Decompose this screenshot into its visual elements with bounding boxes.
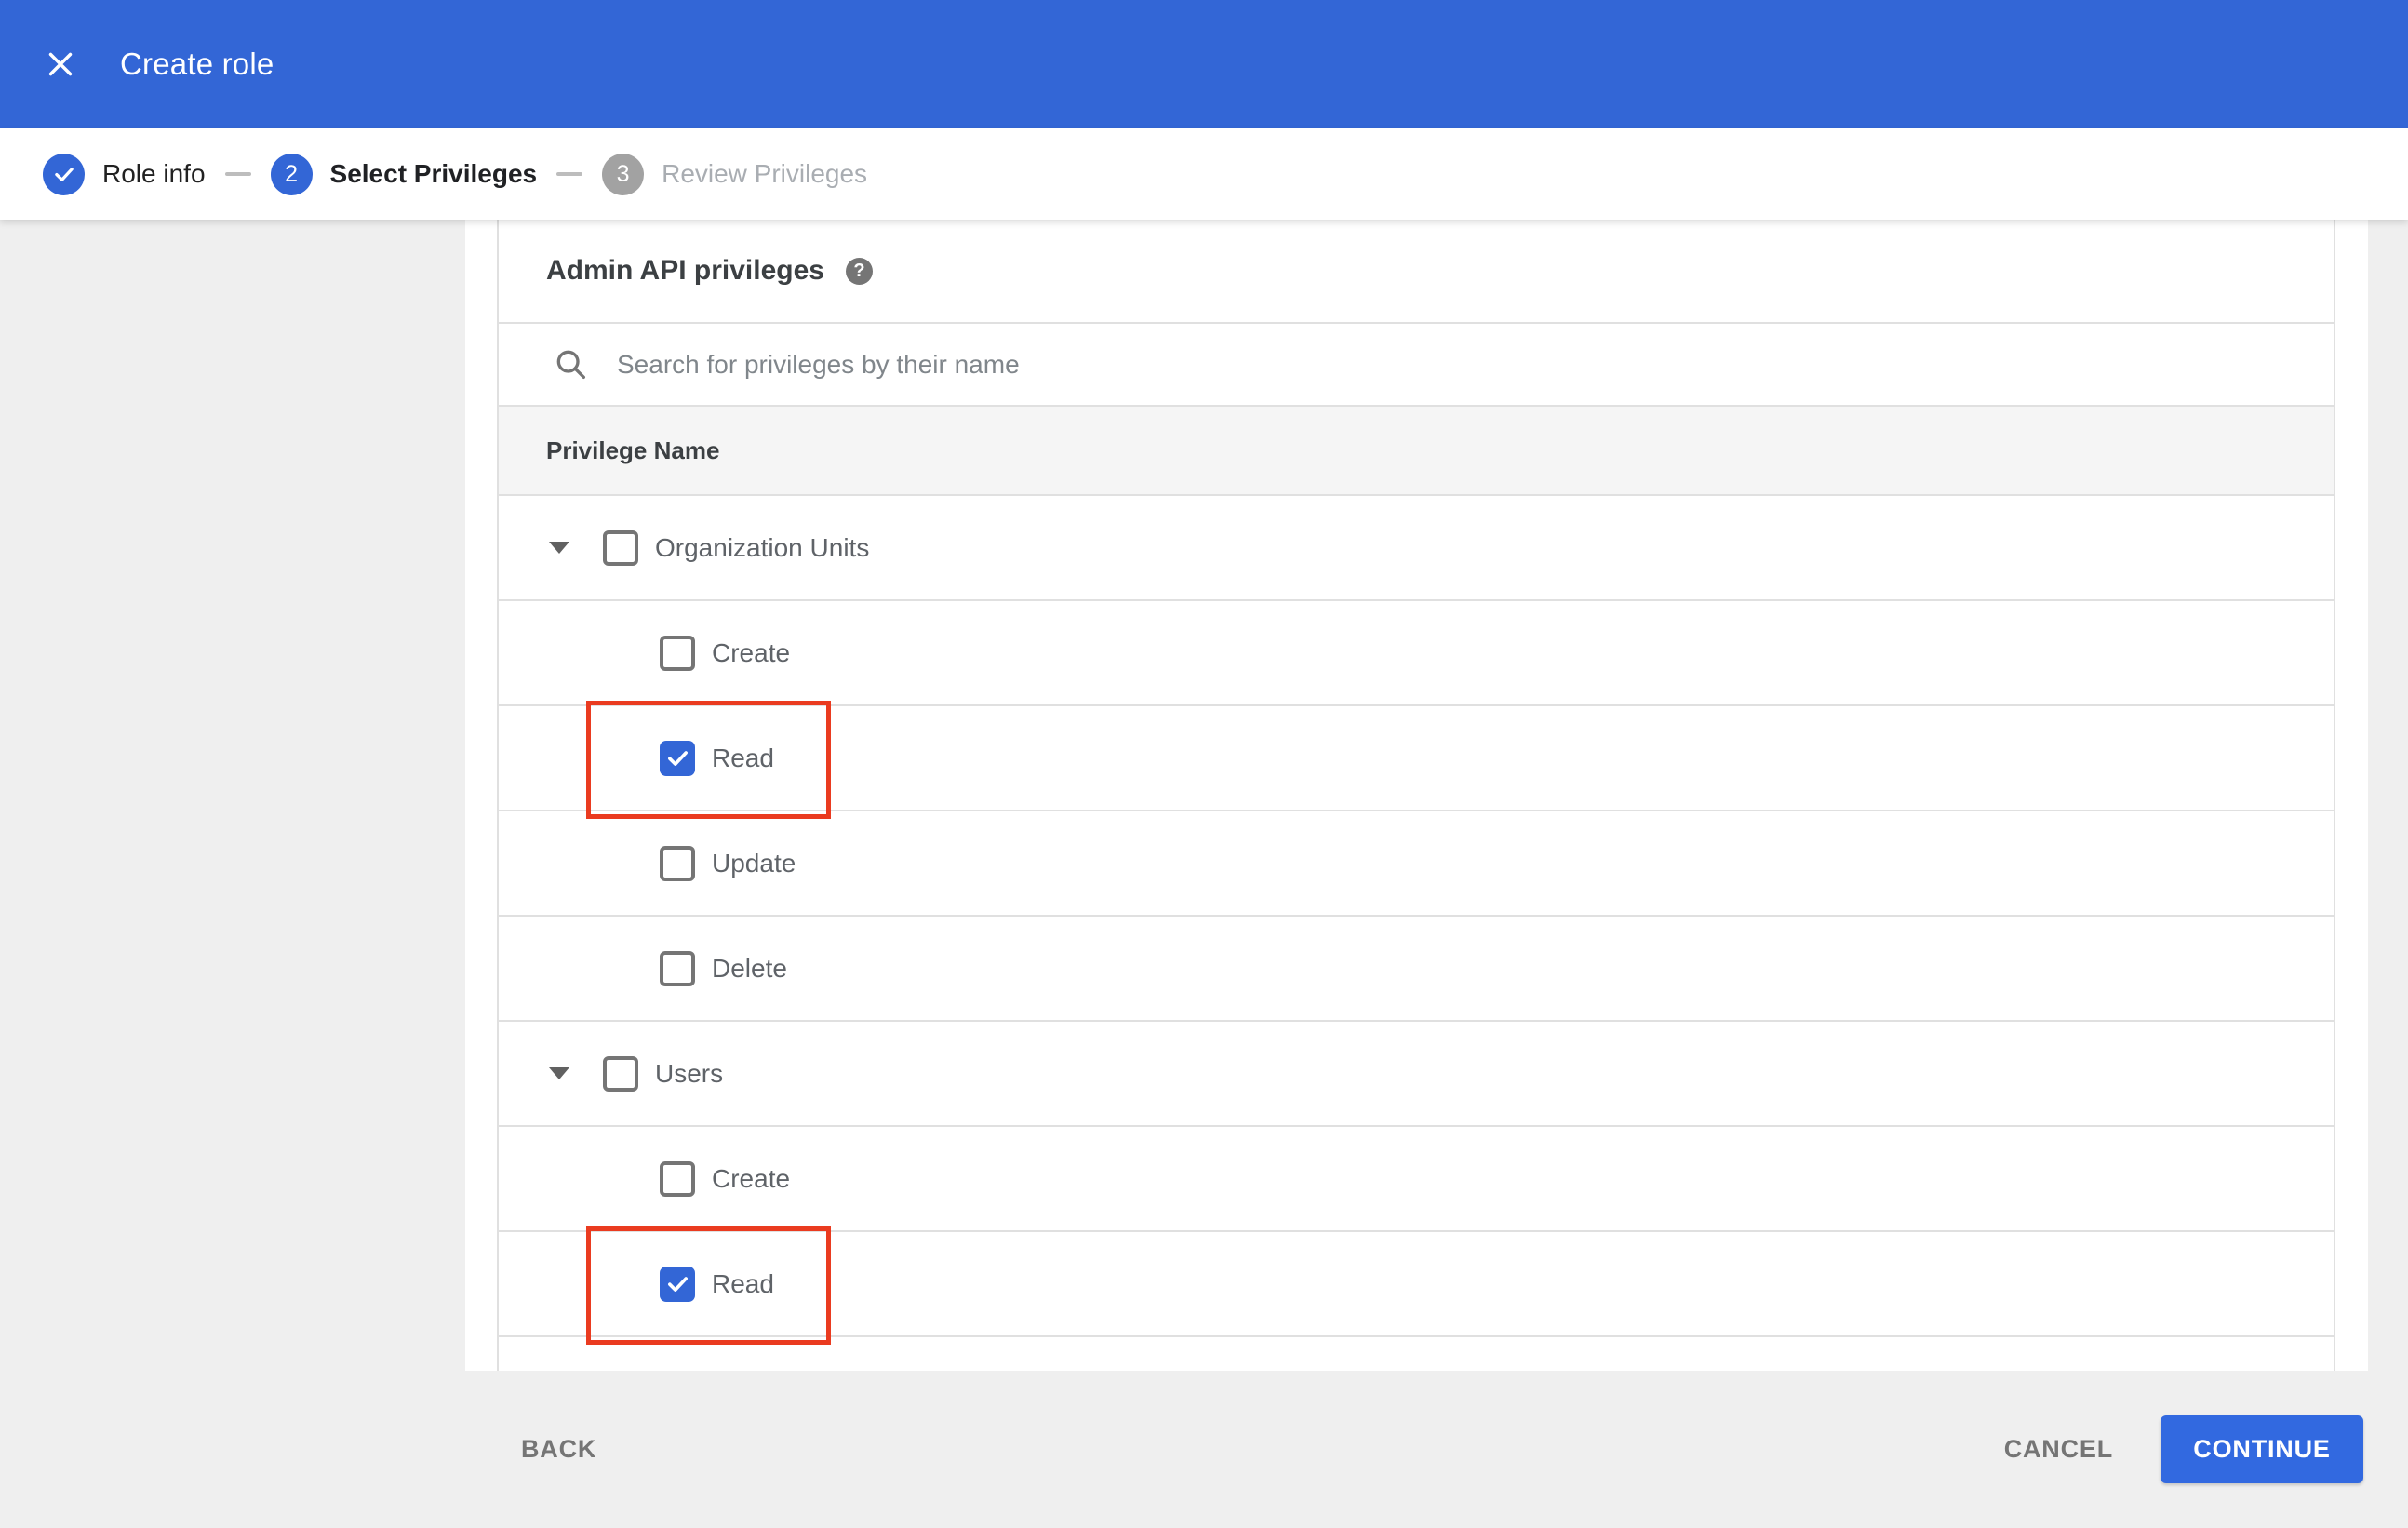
step-number: 2 xyxy=(270,153,313,195)
privilege-label: Users xyxy=(655,1058,724,1088)
checkbox-unchecked[interactable] xyxy=(603,529,638,566)
privilege-label: Read xyxy=(712,743,774,772)
privilege-row: Create xyxy=(499,601,2334,706)
search-input[interactable] xyxy=(615,348,2334,381)
table-header-row: Privilege Name xyxy=(499,405,2334,496)
check-icon xyxy=(667,1277,688,1292)
privilege-row: Update xyxy=(499,811,2334,917)
content-card: Admin API privileges ? Privilege Name Or… xyxy=(465,220,2368,1371)
step-number: 3 xyxy=(602,153,645,195)
clipped-row xyxy=(499,1337,2334,1365)
step-role-info[interactable]: Role info xyxy=(43,153,206,195)
checkbox-checked[interactable] xyxy=(660,740,695,776)
collapse-triangle-icon[interactable] xyxy=(549,1067,569,1079)
panel-title: Admin API privileges xyxy=(546,255,824,286)
step-complete-check-icon xyxy=(43,153,85,195)
checkbox-unchecked[interactable] xyxy=(603,1055,638,1092)
step-connector xyxy=(556,172,583,176)
continue-button[interactable]: CONTINUE xyxy=(2161,1415,2363,1483)
privilege-row: Delete xyxy=(499,917,2334,1022)
dialog-title: Create role xyxy=(120,47,274,81)
privilege-label: Organization Units xyxy=(655,532,870,562)
privilege-label: Create xyxy=(712,1163,791,1193)
close-icon[interactable] xyxy=(42,46,79,83)
privileges-table: Admin API privileges ? Privilege Name Or… xyxy=(497,220,2335,1371)
step-review-privileges[interactable]: 3 Review Privileges xyxy=(602,153,868,195)
privilege-row: Users xyxy=(499,1022,2334,1127)
privilege-row: Read xyxy=(499,1226,2334,1345)
dialog-header: Create role xyxy=(0,0,2408,128)
privilege-rows: Organization Units Create Read Update Delete… xyxy=(499,496,2334,1345)
stepper: Role info 2 Select Privileges 3 Review P… xyxy=(0,128,2408,220)
privilege-label: Update xyxy=(712,848,796,878)
panel-heading-row: Admin API privileges ? xyxy=(499,220,2334,324)
privilege-row: Read xyxy=(499,701,2334,819)
help-icon[interactable]: ? xyxy=(845,257,873,285)
footer-bar: BACK CANCEL CONTINUE xyxy=(0,1371,2408,1528)
search-icon xyxy=(553,346,590,383)
step-connector xyxy=(224,172,251,176)
checkbox-checked[interactable] xyxy=(660,1266,695,1302)
check-icon xyxy=(667,751,688,766)
search-row xyxy=(499,324,2334,405)
back-button[interactable]: BACK xyxy=(521,1435,596,1464)
main-area: Admin API privileges ? Privilege Name Or… xyxy=(0,220,2408,1371)
step-select-privileges[interactable]: 2 Select Privileges xyxy=(270,153,538,195)
checkbox-unchecked[interactable] xyxy=(660,950,695,986)
checkbox-unchecked[interactable] xyxy=(660,635,695,671)
step-label: Review Privileges xyxy=(662,159,868,188)
privilege-row: Create xyxy=(499,1127,2334,1232)
step-label: Role info xyxy=(102,159,206,188)
collapse-triangle-icon[interactable] xyxy=(549,542,569,554)
checkbox-unchecked[interactable] xyxy=(660,1160,695,1197)
privilege-label: Delete xyxy=(712,953,787,983)
privilege-label: Create xyxy=(712,637,791,667)
privilege-row: Organization Units xyxy=(499,496,2334,601)
column-header: Privilege Name xyxy=(546,436,720,464)
checkbox-unchecked[interactable] xyxy=(660,845,695,881)
privilege-label: Read xyxy=(712,1268,774,1298)
cancel-button[interactable]: CANCEL xyxy=(2004,1435,2113,1464)
step-label: Select Privileges xyxy=(329,159,538,188)
